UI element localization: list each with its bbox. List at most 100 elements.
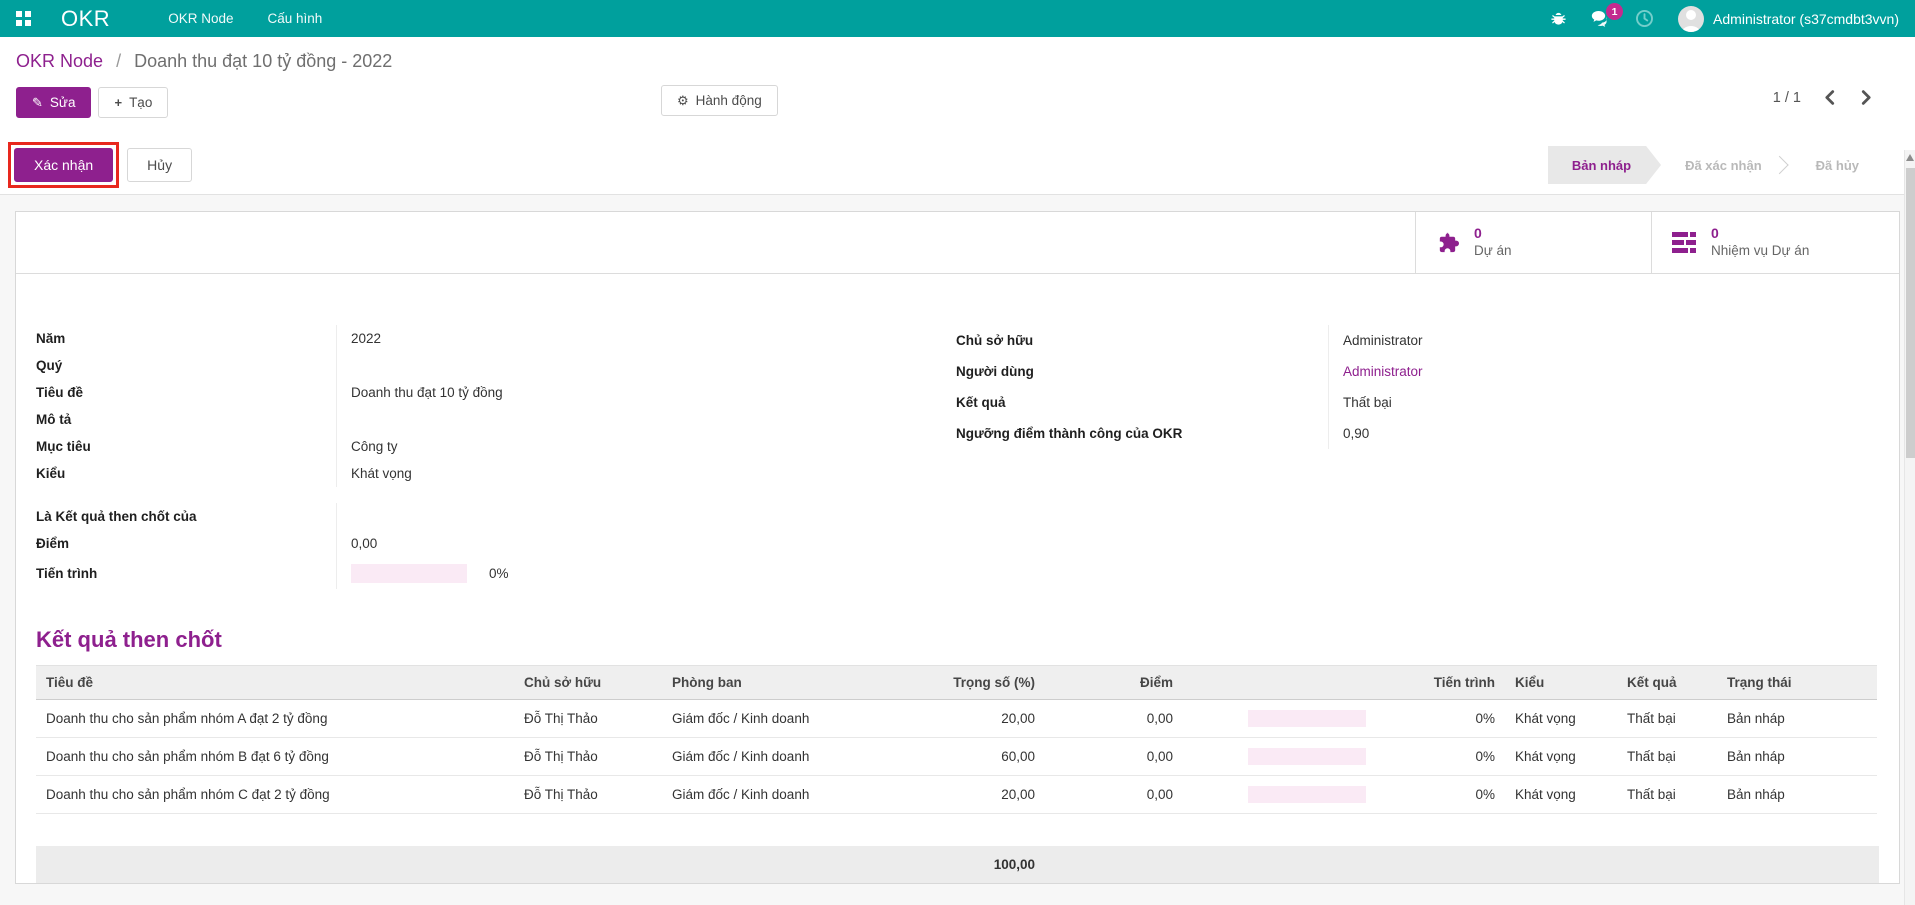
form-sheet: 0 Dự án 0 Nhiệm vụ Dự án Năm: [15, 211, 1900, 884]
scrollbar-up-arrow-icon[interactable]: [1906, 154, 1914, 161]
field-value: Công ty: [336, 433, 956, 460]
field-label: Chủ sở hữu: [956, 333, 1328, 348]
key-result-row[interactable]: Doanh thu cho sản phẩm nhóm B đạt 6 tỷ đ…: [36, 738, 1877, 776]
control-panel-buttons: ✎ Sửa + Tạo ⚙ Hành động 1 / 1: [16, 85, 1899, 119]
field-row: Ngưỡng điểm thành công của OKR 0,90: [956, 418, 1879, 449]
row-progress-text: 0%: [1475, 749, 1495, 764]
field-label: Quý: [36, 358, 336, 373]
key-result-row[interactable]: Doanh thu cho sản phẩm nhóm C đạt 2 tỷ đ…: [36, 776, 1877, 814]
col-header-weight[interactable]: Trọng số (%): [897, 666, 1045, 700]
pager-next-icon[interactable]: [1858, 88, 1875, 107]
activity-clock-icon[interactable]: [1635, 9, 1654, 28]
field-label: Kết quả: [956, 395, 1328, 410]
nav-menus: OKR Node Cấu hình: [168, 11, 322, 26]
action-button-label: Hành động: [696, 93, 762, 108]
col-header-owner[interactable]: Chủ sở hữu: [514, 666, 662, 700]
form-statusbar: Xác nhận Hủy Bản nhápĐã xác nhậnĐã hủy: [0, 135, 1915, 195]
status-state-pill[interactable]: Đã xác nhận: [1661, 146, 1792, 184]
nav-menu-item[interactable]: Cấu hình: [267, 11, 322, 26]
cell-score: 0,00: [1045, 700, 1183, 738]
action-menu-button[interactable]: ⚙ Hành động: [661, 85, 778, 116]
field-value: Khát vọng: [336, 460, 956, 487]
project-tasks-stat-button[interactable]: 0 Nhiệm vụ Dự án: [1651, 212, 1899, 273]
cell-progress: 0%: [1183, 776, 1505, 814]
cell-weight: 20,00: [897, 700, 1045, 738]
navbar-right: 1 Administrator (s37cmdbt3vvn): [1550, 6, 1899, 32]
table-footer: 100,00: [36, 846, 1879, 883]
cell-progress: 0%: [1183, 700, 1505, 738]
field-label: Tiêu đề: [36, 385, 336, 400]
project-tasks-count: 0: [1711, 225, 1809, 243]
col-header-result[interactable]: Kết quả: [1617, 666, 1717, 700]
status-state-pill[interactable]: Đã hủy: [1792, 146, 1889, 184]
breadcrumb-parent-link[interactable]: OKR Node: [16, 51, 103, 71]
field-row: Mục tiêu Công ty: [36, 433, 956, 460]
field-row: Mô tả: [36, 406, 956, 433]
field-value: Administrator: [1328, 356, 1879, 387]
progress-bar: [351, 564, 467, 583]
field-label: Điểm: [36, 536, 336, 551]
col-header-progress[interactable]: Tiến trình: [1183, 666, 1505, 700]
field-value: [336, 503, 956, 530]
pager: 1 / 1: [1773, 88, 1875, 107]
field-row: Là Kết quả then chốt của: [36, 503, 956, 530]
gear-icon: ⚙: [677, 94, 689, 107]
pager-previous-icon[interactable]: [1821, 88, 1838, 107]
projects-count: 0: [1474, 225, 1512, 243]
field-label: Mô tả: [36, 412, 336, 427]
col-header-title[interactable]: Tiêu đề: [36, 666, 514, 700]
cell-state: Bản nháp: [1717, 738, 1877, 776]
field-value: Thất bại: [1328, 387, 1879, 418]
cell-title: Doanh thu cho sản phẩm nhóm A đạt 2 tỷ đ…: [36, 700, 514, 738]
bug-icon[interactable]: [1550, 10, 1567, 27]
edit-button[interactable]: ✎ Sửa: [16, 87, 91, 118]
col-header-state[interactable]: Trạng thái: [1717, 666, 1877, 700]
puzzle-icon: [1436, 231, 1459, 254]
col-header-type[interactable]: Kiểu: [1505, 666, 1617, 700]
total-weight: 100,00: [36, 857, 1045, 872]
projects-stat-button[interactable]: 0 Dự án: [1415, 212, 1651, 273]
scrollbar-thumb[interactable]: [1906, 168, 1915, 458]
confirm-button[interactable]: Xác nhận: [14, 148, 113, 182]
field-row: Tiêu đề Doanh thu đạt 10 tỷ đồng: [36, 379, 956, 406]
status-state-pill[interactable]: Bản nháp: [1548, 146, 1661, 184]
col-header-department[interactable]: Phòng ban: [662, 666, 897, 700]
progress-text: 0%: [489, 566, 509, 581]
messages-icon[interactable]: 1: [1591, 10, 1611, 27]
cell-progress: 0%: [1183, 738, 1505, 776]
field-value: [336, 352, 956, 379]
control-panel: OKR Node / Doanh thu đạt 10 tỷ đồng - 20…: [0, 37, 1915, 135]
form-fields-right: Chủ sở hữu Administrator Người dùng Admi…: [956, 325, 1879, 589]
field-row: Điểm 0,00: [36, 530, 956, 557]
vertical-scrollbar[interactable]: [1904, 150, 1915, 905]
breadcrumb-current: Doanh thu đạt 10 tỷ đồng - 2022: [134, 51, 392, 71]
tasks-icon: [1672, 232, 1696, 253]
edit-button-label: Sửa: [50, 95, 76, 110]
apps-grid-icon[interactable]: [16, 11, 31, 26]
field-value: 0,00: [336, 530, 956, 557]
user-menu[interactable]: Administrator (s37cmdbt3vvn): [1678, 6, 1899, 32]
field-row: Quý: [36, 352, 956, 379]
cell-state: Bản nháp: [1717, 776, 1877, 814]
pencil-icon: ✎: [32, 96, 43, 109]
create-button[interactable]: + Tạo: [98, 87, 168, 118]
cell-score: 0,00: [1045, 776, 1183, 814]
cancel-button[interactable]: Hủy: [127, 148, 192, 182]
field-label: Mục tiêu: [36, 439, 336, 454]
nav-menu-item[interactable]: OKR Node: [168, 11, 233, 26]
field-row-progress: Tiến trình 0%: [36, 557, 956, 589]
field-label: Tiến trình: [36, 566, 336, 581]
cell-department: Giám đốc / Kinh doanh: [662, 700, 897, 738]
projects-label: Dự án: [1474, 243, 1512, 260]
key-result-row[interactable]: Doanh thu cho sản phẩm nhóm A đạt 2 tỷ đ…: [36, 700, 1877, 738]
field-value: Doanh thu đạt 10 tỷ đồng: [336, 379, 956, 406]
field-row: Chủ sở hữu Administrator: [956, 325, 1879, 356]
cell-weight: 60,00: [897, 738, 1045, 776]
col-header-score[interactable]: Điểm: [1045, 666, 1183, 700]
row-progress-bar: [1248, 748, 1366, 765]
cell-score: 0,00: [1045, 738, 1183, 776]
row-progress-bar: [1248, 710, 1366, 727]
stat-button-box: 0 Dự án 0 Nhiệm vụ Dự án: [16, 212, 1899, 274]
cell-title: Doanh thu cho sản phẩm nhóm B đạt 6 tỷ đ…: [36, 738, 514, 776]
app-brand[interactable]: OKR: [61, 6, 110, 32]
